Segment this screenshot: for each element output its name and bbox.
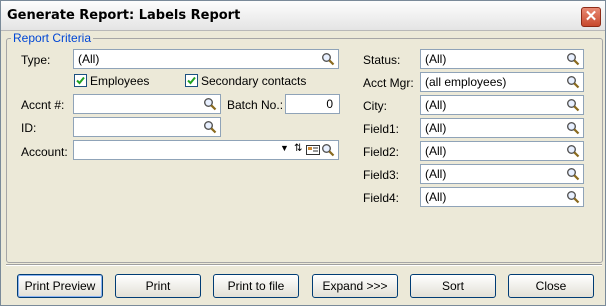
type-value: (All) [78,52,100,66]
employees-checkbox[interactable] [74,74,87,87]
status-field[interactable]: (All) [420,49,584,69]
report-criteria-legend: Report Criteria [11,31,94,45]
status-lookup-icon[interactable] [566,52,580,66]
field4-lookup-icon[interactable] [566,190,580,204]
report-window: Generate Report: Labels Report ✕ Report … [0,0,606,306]
field2-lookup-icon[interactable] [566,144,580,158]
checkmark-icon [187,76,196,85]
id-lookup-icon[interactable] [203,120,217,134]
divider [6,264,602,266]
id-label: ID: [21,121,37,135]
acct-mgr-label: Acct Mgr: [363,76,414,90]
close-button[interactable]: Close [508,274,594,298]
print-to-file-button[interactable]: Print to file [213,274,299,298]
field2-field[interactable]: (All) [420,141,584,161]
acct-mgr-lookup-icon[interactable] [566,75,580,89]
expand-button[interactable]: Expand >>> [312,274,398,298]
field4-field[interactable]: (All) [420,187,584,207]
checkmark-icon [76,76,85,85]
title-bar[interactable]: Generate Report: Labels Report ✕ [1,1,605,31]
accnt-field[interactable] [73,94,221,114]
accnt-label: Accnt #: [21,98,65,112]
employees-label[interactable]: Employees [90,74,149,88]
city-field[interactable]: (All) [420,95,584,115]
status-label: Status: [363,53,401,67]
accnt-lookup-icon[interactable] [203,97,217,111]
secondary-contacts-label[interactable]: Secondary contacts [201,74,306,88]
account-label: Account: [21,145,68,159]
batch-field[interactable]: 0 [285,94,340,114]
secondary-contacts-checkbox[interactable] [185,74,198,87]
type-lookup-icon[interactable] [321,52,335,66]
field1-lookup-icon[interactable] [566,121,580,135]
batch-label: Batch No.: [227,98,284,112]
field2-label: Field2: [363,145,400,159]
sort-toggle-icon[interactable]: ⇅ [294,143,302,154]
account-lookup-icon[interactable] [321,143,335,157]
sort-button[interactable]: Sort [410,274,496,298]
field4-value: (All) [425,190,447,204]
field1-value: (All) [425,121,447,135]
field3-field[interactable]: (All) [420,164,584,184]
field1-label: Field1: [363,122,400,136]
type-label: Type: [21,53,51,67]
city-value: (All) [425,98,447,112]
print-preview-button[interactable]: Print Preview [17,274,103,298]
close-window-button[interactable]: ✕ [581,7,601,27]
address-card-icon[interactable] [306,144,320,159]
account-field[interactable]: ▼ ⇅ [73,140,339,160]
city-label: City: [363,99,387,113]
field2-value: (All) [425,144,447,158]
close-icon[interactable]: ✕ [585,8,598,25]
field4-label: Field4: [363,191,400,205]
id-field[interactable] [73,117,221,137]
field3-value: (All) [425,167,447,181]
field3-lookup-icon[interactable] [566,167,580,181]
dropdown-arrow-icon[interactable]: ▼ [280,143,289,153]
status-value: (All) [425,52,447,66]
acct-mgr-value: (all employees) [425,75,507,89]
print-button[interactable]: Print [115,274,201,298]
acct-mgr-field[interactable]: (all employees) [420,72,584,92]
type-field[interactable]: (All) [73,49,339,69]
window-title: Generate Report: Labels Report [7,8,241,23]
batch-value: 0 [326,97,333,111]
field3-label: Field3: [363,168,400,182]
field1-field[interactable]: (All) [420,118,584,138]
city-lookup-icon[interactable] [566,98,580,112]
